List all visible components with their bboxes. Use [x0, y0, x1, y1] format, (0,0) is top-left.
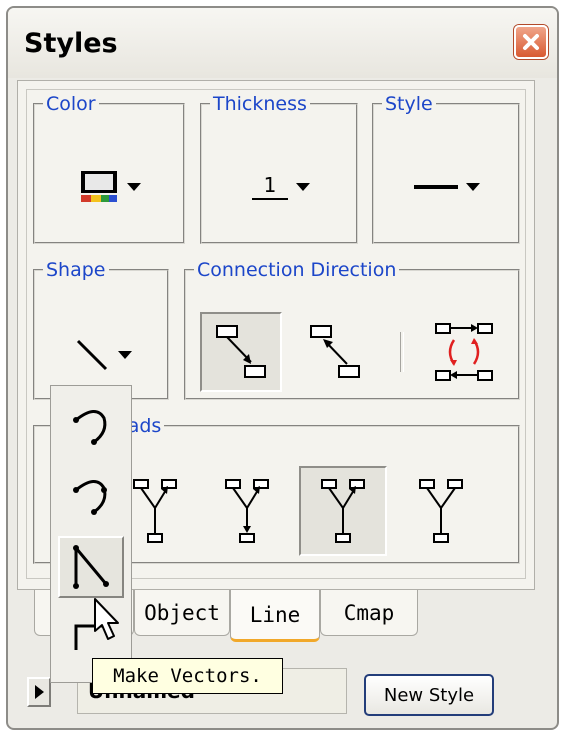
new-style-button[interactable]: New Style	[364, 674, 494, 716]
tab-object[interactable]: Object	[134, 590, 230, 636]
forward-arrow-icon	[216, 325, 266, 378]
backward-arrow-icon	[310, 325, 360, 378]
bidirectional-button[interactable]	[420, 312, 508, 392]
arrowhead-up-icon	[133, 479, 177, 543]
arrowhead-plain-button[interactable]	[401, 466, 481, 556]
color-dropdown[interactable]	[55, 152, 165, 222]
close-x-icon	[523, 34, 539, 50]
tab-line[interactable]: Line	[230, 590, 320, 642]
forward-direction-button[interactable]	[200, 312, 282, 392]
tab-cmap[interactable]: Cmap	[320, 590, 418, 636]
arrowhead-plain-icon	[419, 479, 463, 543]
style-label: Style	[385, 93, 433, 115]
chevron-down-icon	[466, 183, 480, 191]
color-label: Color	[46, 93, 96, 115]
solid-line-icon	[414, 185, 458, 189]
vectors-icon	[73, 545, 109, 589]
shape-option-curve-dotted[interactable]	[58, 462, 124, 524]
expand-button[interactable]	[27, 677, 51, 707]
hand-cursor-icon	[94, 598, 119, 640]
thickness-line-icon	[252, 197, 288, 200]
tooltip: Make Vectors.	[92, 658, 283, 694]
separator	[400, 332, 404, 372]
straight-line-icon	[76, 339, 108, 371]
play-arrow-icon	[35, 685, 44, 699]
curve-dotted-icon	[73, 480, 107, 515]
line-style-dropdown[interactable]	[392, 152, 502, 222]
curve-open-icon	[73, 410, 107, 445]
close-button[interactable]	[514, 25, 548, 59]
shape-option-curve[interactable]	[58, 394, 124, 456]
arrowhead-none-button[interactable]	[299, 466, 387, 556]
bidirectional-icon	[435, 323, 493, 381]
thickness-label: Thickness	[213, 93, 307, 115]
arrowhead-both-icon	[225, 479, 269, 543]
shape-option-vectors[interactable]	[58, 536, 124, 598]
thickness-dropdown[interactable]: 1	[226, 152, 336, 222]
shape-dropdown[interactable]	[51, 320, 155, 390]
arrowhead-none-icon	[321, 479, 365, 543]
shape-label: Shape	[46, 259, 106, 281]
connection-direction-group: Connection Direction	[184, 260, 520, 400]
line-style-group: Style	[372, 94, 520, 244]
chevron-down-icon	[296, 183, 310, 191]
chevron-down-icon	[118, 351, 132, 359]
title-bar[interactable]: Styles	[8, 8, 557, 78]
arrowhead-both-button[interactable]	[207, 466, 287, 556]
thickness-value: 1	[263, 172, 277, 197]
backward-direction-button[interactable]	[294, 312, 376, 392]
thickness-value-icon: 1	[252, 175, 288, 200]
color-swatch-icon	[81, 171, 117, 202]
color-group: Color	[33, 94, 185, 244]
shape-group: Shape	[33, 260, 169, 400]
window-title: Styles	[24, 28, 118, 59]
thickness-group: Thickness 1	[200, 94, 358, 244]
chevron-down-icon	[127, 183, 141, 191]
connection-direction-label: Connection Direction	[197, 259, 397, 281]
